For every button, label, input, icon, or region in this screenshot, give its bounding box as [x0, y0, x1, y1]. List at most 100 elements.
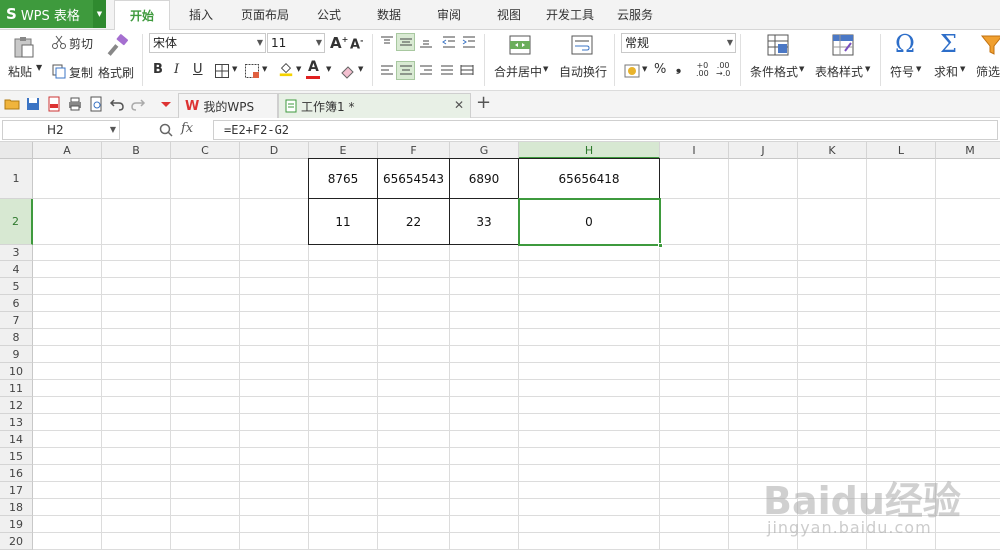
row-header-13[interactable]: 13 — [0, 414, 33, 431]
fx-button[interactable]: fx — [181, 121, 193, 136]
column-header-f[interactable]: F — [378, 142, 450, 159]
merge-center-icon[interactable] — [508, 33, 532, 57]
row-header-7[interactable]: 7 — [0, 312, 33, 329]
clear-dropdown-icon[interactable]: ▼ — [358, 65, 363, 73]
formula-input[interactable]: =E2+F2-G2 — [213, 120, 998, 140]
eraser-icon[interactable] — [340, 63, 356, 79]
conditional-format-button[interactable]: 条件格式 — [750, 63, 798, 80]
font-name-select[interactable]: 宋体 ▼ — [149, 33, 266, 53]
row-header-15[interactable]: 15 — [0, 448, 33, 465]
align-left-icon[interactable] — [379, 63, 395, 79]
column-header-d[interactable]: D — [240, 142, 309, 159]
cell-h1[interactable]: 65656418 — [519, 159, 659, 198]
border-dropdown-icon[interactable]: ▼ — [232, 65, 237, 73]
decrease-indent-icon[interactable] — [441, 34, 457, 50]
column-header-a[interactable]: A — [33, 142, 102, 159]
tab-cloud[interactable]: 云服务 — [610, 0, 660, 30]
tab-workbook1[interactable]: 工作簿1 * ✕ — [278, 93, 471, 118]
align-right-icon[interactable] — [418, 63, 434, 79]
print-preview-icon[interactable] — [88, 96, 104, 112]
paste-dropdown-icon[interactable]: ▼ — [36, 63, 42, 72]
decrease-decimal-icon[interactable]: .00 →.0 — [716, 62, 730, 78]
format-painter-icon[interactable] — [106, 34, 130, 58]
tab-my-wps[interactable]: W 我的WPS — [178, 93, 278, 118]
open-folder-icon[interactable] — [4, 96, 20, 112]
percent-button[interactable]: % — [654, 62, 666, 77]
column-header-k[interactable]: K — [798, 142, 867, 159]
row-header-5[interactable]: 5 — [0, 278, 33, 295]
paste-button[interactable]: 粘贴 — [8, 63, 32, 80]
undo-icon[interactable] — [109, 96, 125, 112]
column-header-h[interactable]: H — [519, 142, 660, 159]
tab-insert[interactable]: 插入 — [178, 0, 224, 30]
number-format-select[interactable]: 常规 ▼ — [621, 33, 736, 53]
increase-indent-icon[interactable] — [461, 34, 477, 50]
app-menu-button[interactable]: S WPS 表格 ▼ — [0, 0, 106, 28]
border-icon[interactable] — [214, 63, 230, 79]
row-header-6[interactable]: 6 — [0, 295, 33, 312]
fill-color-dropdown-icon[interactable]: ▼ — [296, 65, 301, 73]
wrap-text-icon[interactable] — [570, 33, 594, 57]
table-style-icon[interactable] — [831, 33, 855, 57]
paste-icon[interactable] — [12, 35, 36, 59]
table-style-button[interactable]: 表格样式 — [815, 63, 863, 80]
filter-button[interactable]: 筛选 — [976, 63, 1000, 80]
row-header-14[interactable]: 14 — [0, 431, 33, 448]
tab-view[interactable]: 视图 — [486, 0, 532, 30]
bold-button[interactable]: B — [153, 62, 163, 77]
increase-font-icon[interactable]: A+ — [330, 34, 348, 52]
fill-color-icon[interactable] — [278, 61, 294, 77]
underline-button[interactable]: U — [193, 62, 203, 77]
column-header-l[interactable]: L — [867, 142, 936, 159]
column-header-j[interactable]: J — [729, 142, 798, 159]
align-bottom-icon[interactable] — [418, 34, 434, 50]
column-header-g[interactable]: G — [450, 142, 519, 159]
column-header-i[interactable]: I — [660, 142, 729, 159]
row-header-16[interactable]: 16 — [0, 465, 33, 482]
column-header-m[interactable]: M — [936, 142, 1000, 159]
cell-e1[interactable]: 8765 — [309, 159, 377, 198]
comma-button[interactable]: ❟ — [676, 60, 681, 75]
justify-icon[interactable] — [439, 63, 455, 79]
font-color-dropdown-icon[interactable]: ▼ — [326, 65, 331, 73]
row-header-18[interactable]: 18 — [0, 499, 33, 516]
conditional-format-dropdown-icon[interactable]: ▼ — [799, 65, 804, 73]
copy-icon[interactable] — [51, 63, 67, 79]
row-header-19[interactable]: 19 — [0, 516, 33, 533]
format-painter-button[interactable]: 格式刷 — [98, 64, 134, 81]
app-menu-dropdown-icon[interactable]: ▼ — [93, 0, 106, 28]
row-header-1[interactable]: 1 — [0, 159, 33, 199]
cell-style-dropdown-icon[interactable]: ▼ — [262, 65, 267, 73]
decrease-font-icon[interactable]: A- — [350, 36, 363, 52]
new-tab-button[interactable]: + — [476, 92, 491, 113]
fill-handle[interactable] — [658, 243, 663, 248]
scissors-icon[interactable] — [51, 34, 67, 50]
cell-f2[interactable]: 22 — [378, 199, 449, 244]
redo-icon[interactable] — [130, 96, 146, 112]
tab-review[interactable]: 审阅 — [426, 0, 472, 30]
row-header-11[interactable]: 11 — [0, 380, 33, 397]
align-top-icon[interactable] — [379, 34, 395, 50]
row-header-9[interactable]: 9 — [0, 346, 33, 363]
cell-f1[interactable]: 65654543 — [378, 159, 449, 198]
symbol-button[interactable]: 符号 — [890, 63, 914, 80]
row-header-17[interactable]: 17 — [0, 482, 33, 499]
wrap-text-button[interactable]: 自动换行 — [559, 63, 607, 80]
tab-formulas[interactable]: 公式 — [306, 0, 352, 30]
increase-decimal-icon[interactable]: +0.00 — [696, 62, 709, 78]
cell-g2[interactable]: 33 — [450, 199, 518, 244]
sum-button[interactable]: 求和 — [934, 63, 958, 80]
distributed-icon[interactable] — [459, 63, 475, 79]
merge-center-button[interactable]: 合并居中 — [494, 63, 542, 80]
export-pdf-icon[interactable] — [46, 96, 62, 112]
close-tab-icon[interactable]: ✕ — [454, 98, 464, 112]
row-header-12[interactable]: 12 — [0, 397, 33, 414]
row-header-8[interactable]: 8 — [0, 329, 33, 346]
currency-dropdown-icon[interactable]: ▼ — [642, 65, 647, 73]
cell-style-icon[interactable] — [244, 63, 260, 79]
tab-page-layout[interactable]: 页面布局 — [232, 0, 298, 30]
row-header-20[interactable]: 20 — [0, 533, 33, 550]
column-header-e[interactable]: E — [309, 142, 378, 159]
column-header-c[interactable]: C — [171, 142, 240, 159]
row-header-10[interactable]: 10 — [0, 363, 33, 380]
